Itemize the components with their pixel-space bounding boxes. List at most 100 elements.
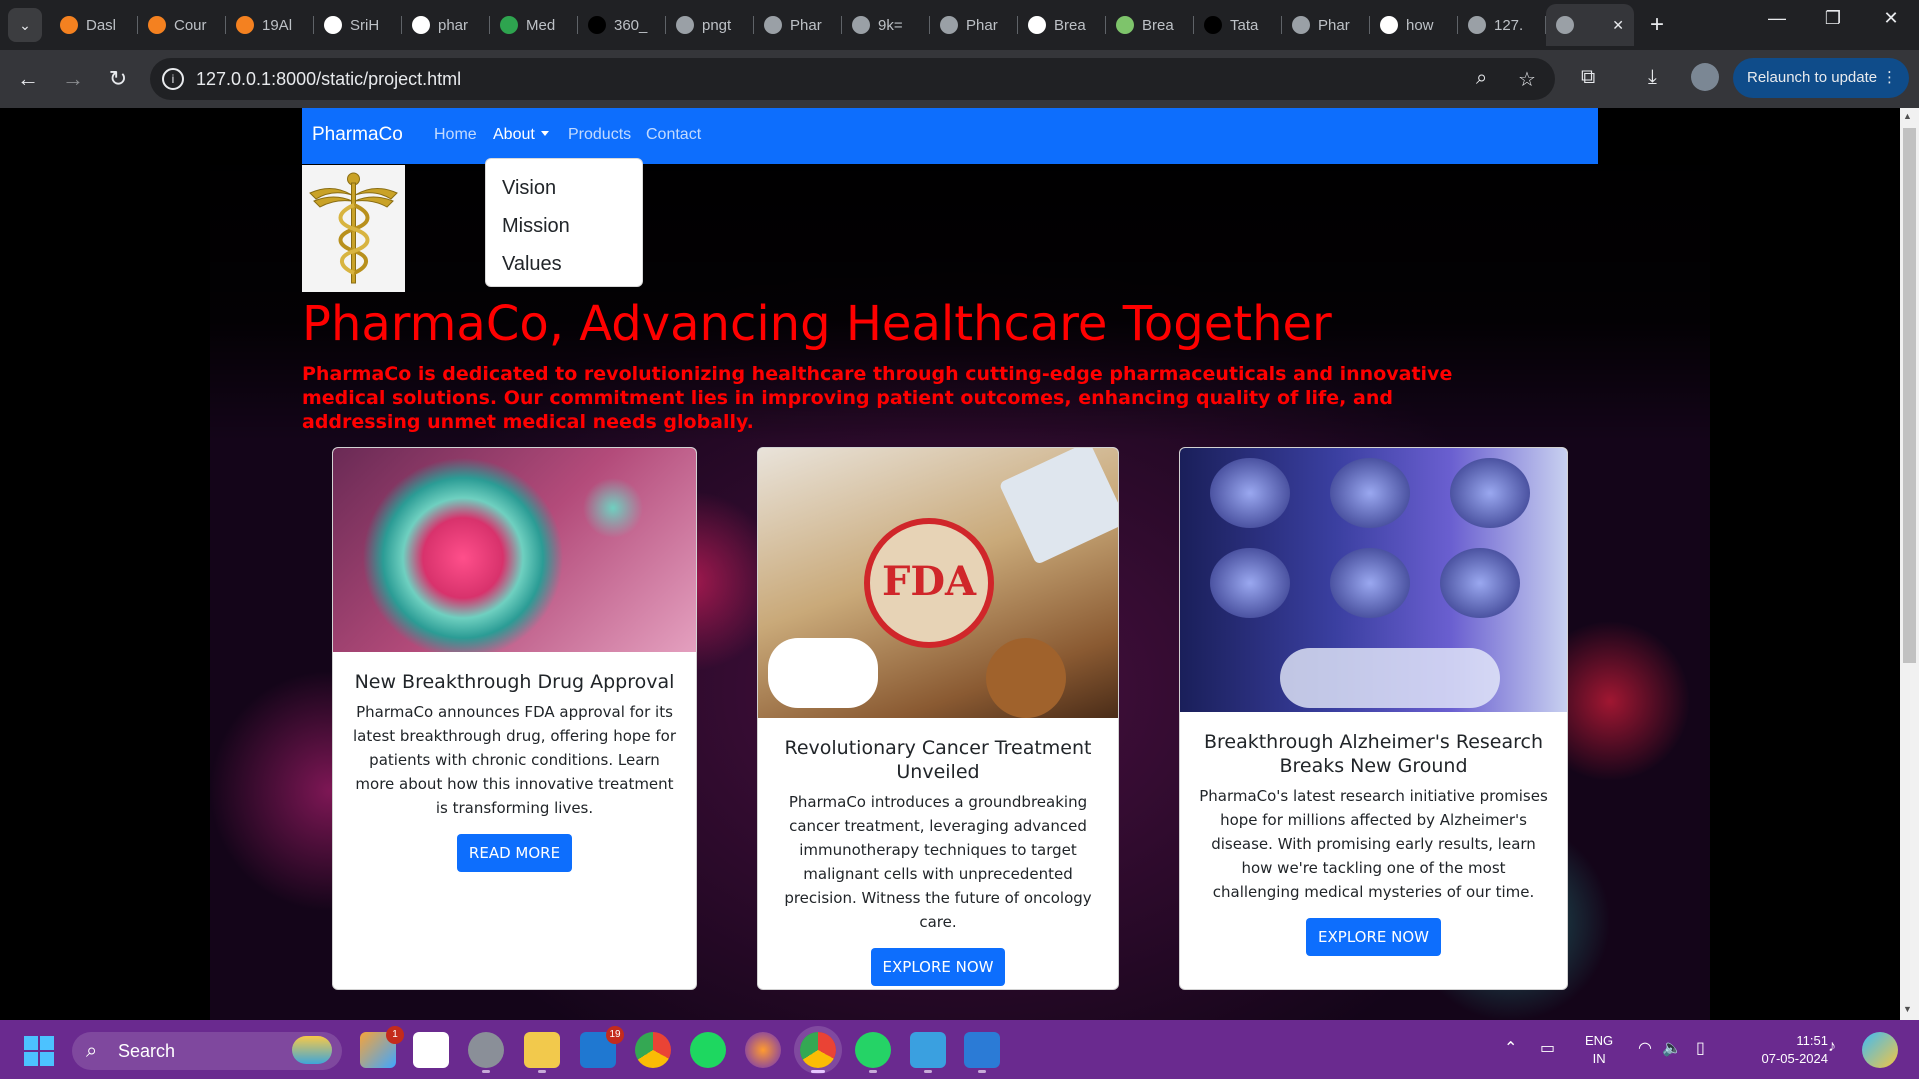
nav-home[interactable]: Home (434, 126, 477, 144)
navbar-brand[interactable]: PharmaCo (312, 124, 403, 146)
browser-tab[interactable]: 360_ (578, 4, 666, 46)
copilot-tray-icon[interactable] (1862, 1032, 1898, 1068)
blister-pack (998, 448, 1118, 565)
tab-title: Brea (1054, 16, 1086, 34)
reload-button[interactable]: ↻ (103, 66, 133, 92)
browser-tab[interactable]: Brea (1106, 4, 1194, 46)
browser-tab[interactable]: how (1370, 4, 1458, 46)
dropdown-item-values[interactable]: Values (486, 245, 642, 283)
minimize-button[interactable]: — (1757, 8, 1797, 29)
about-dropdown-menu: Vision Mission Values (485, 158, 643, 287)
nav-about[interactable]: About (493, 126, 549, 144)
browser-tab[interactable]: 127. (1458, 4, 1546, 46)
battery-icon[interactable]: ▯ (1696, 1038, 1705, 1058)
read-more-button[interactable]: READ MORE (456, 834, 573, 872)
card-text: PharmaCo's latest research initiative pr… (1199, 787, 1548, 901)
browser-tab[interactable]: 9k= (842, 4, 930, 46)
chrome-active-icon[interactable] (800, 1032, 836, 1073)
restore-button[interactable]: ❐ (1813, 8, 1853, 29)
language-indicator[interactable]: ENG IN (1585, 1032, 1613, 1068)
fda-stamp-label: FDA (881, 558, 977, 605)
tablet-mode-icon[interactable]: ▭ (1540, 1038, 1555, 1058)
page-scrollbar[interactable]: ▲ ▼ (1900, 108, 1919, 1020)
profile-avatar[interactable] (1691, 63, 1719, 91)
nav-products[interactable]: Products (568, 126, 631, 144)
tab-title: phar (438, 16, 469, 34)
taskbar-search[interactable]: ⌕ Search (72, 1032, 342, 1070)
relaunch-button[interactable]: Relaunch to update ⋮ (1733, 58, 1909, 98)
nav-about-label: About (493, 126, 535, 143)
browser-tab[interactable]: Phar (930, 4, 1018, 46)
scrollbar-thumb[interactable] (1903, 128, 1916, 663)
p-icon (500, 16, 518, 34)
scroll-up-icon[interactable]: ▲ (1903, 111, 1912, 121)
browser-tab[interactable]: pngt (666, 4, 754, 46)
notepad-icon[interactable] (910, 1032, 946, 1073)
notification-badge: 19 (606, 1026, 624, 1044)
firefox-icon[interactable] (745, 1032, 781, 1068)
tab-search-button[interactable]: ⌄ (8, 8, 42, 42)
browser-tab[interactable]: Tata (1194, 4, 1282, 46)
file-explorer-icon[interactable] (524, 1032, 560, 1073)
card-title: Breakthrough Alzheimer's Research Breaks… (1203, 731, 1544, 777)
browser-tab[interactable]: Brea (1018, 4, 1106, 46)
whatsapp-icon[interactable] (855, 1032, 891, 1073)
browser-tab[interactable]: Phar (1282, 4, 1370, 46)
card-title: New Breakthrough Drug Approval (354, 671, 675, 693)
globe-icon (676, 16, 694, 34)
language-code: ENG (1585, 1033, 1614, 1048)
zoom-icon[interactable]: ⌕ (1476, 67, 1487, 90)
explore-now-button[interactable]: EXPLORE NOW (870, 948, 1006, 986)
extensions-icon[interactable]: ⧉ (1581, 66, 1595, 89)
browser-tab[interactable]: Cour (138, 4, 226, 46)
close-tab-icon[interactable]: ✕ (1612, 17, 1624, 34)
mail-icon[interactable]: 19 (580, 1026, 624, 1068)
browser-tab[interactable]: Med (490, 4, 578, 46)
tab-title: Med (526, 16, 556, 34)
explore-now-button[interactable]: EXPLORE NOW (1306, 918, 1441, 956)
back-button[interactable]: ← (13, 66, 43, 92)
notification-bell-icon[interactable]: ♪ (1828, 1038, 1836, 1056)
browser-tab[interactable]: Dasl (50, 4, 138, 46)
wifi-icon[interactable]: ◠ (1638, 1038, 1652, 1058)
globe-icon (1292, 16, 1310, 34)
settings-gear-icon[interactable] (468, 1032, 504, 1073)
browser-tab[interactable]: ✕ (1546, 4, 1634, 46)
chrome-icon[interactable] (635, 1032, 671, 1068)
close-window-button[interactable]: ✕ (1871, 8, 1911, 29)
scroll-down-icon[interactable]: ▼ (1903, 1004, 1912, 1014)
tab-title: 360_ (614, 16, 648, 34)
store-icon[interactable] (413, 1032, 449, 1068)
globe-icon (1556, 16, 1574, 34)
vscode-icon[interactable] (964, 1032, 1000, 1073)
address-bar[interactable]: i 127.0.0.1:8000/static/project.html ⌕ ☆ (150, 58, 1555, 100)
url-text[interactable]: 127.0.0.1:8000/static/project.html (196, 69, 461, 90)
volume-muted-icon[interactable]: 🔈 (1662, 1038, 1682, 1058)
forward-button[interactable]: → (58, 66, 88, 92)
download-icon[interactable]: ⤓ (1648, 66, 1657, 89)
lock-icon (1116, 16, 1134, 34)
system-clock[interactable]: 11:51 07-05-2024 (1736, 1032, 1829, 1068)
site-navbar: PharmaCo Home About Products Contact (302, 108, 1598, 164)
dropdown-item-vision[interactable]: Vision (486, 169, 642, 207)
globe-icon (1468, 16, 1486, 34)
new-tab-button[interactable]: + (1650, 10, 1664, 40)
browser-tab[interactable]: phar (402, 4, 490, 46)
browser-tab[interactable]: Phar (754, 4, 842, 46)
nav-contact[interactable]: Contact (646, 126, 701, 144)
browser-tab[interactable]: SriH (314, 4, 402, 46)
bookmark-star-icon[interactable]: ☆ (1518, 67, 1536, 92)
tab-title: 19Al (262, 16, 293, 34)
tab-title: Phar (790, 16, 822, 34)
dropdown-item-mission[interactable]: Mission (486, 207, 642, 245)
clock-time: 11:51 (1796, 1033, 1828, 1048)
browser-tab[interactable]: 19Al (226, 4, 314, 46)
site-info-icon[interactable]: i (162, 68, 184, 90)
notification-badge: 1 (386, 1026, 404, 1044)
spotify-icon[interactable] (690, 1032, 726, 1068)
m-icon (236, 16, 254, 34)
menu-kebab-icon[interactable]: ⋮ (1882, 58, 1897, 98)
start-button[interactable] (24, 1036, 54, 1066)
show-hidden-icons-chevron-icon[interactable]: ⌃ (1504, 1038, 1517, 1058)
copilot-icon[interactable]: 1 (360, 1026, 404, 1068)
